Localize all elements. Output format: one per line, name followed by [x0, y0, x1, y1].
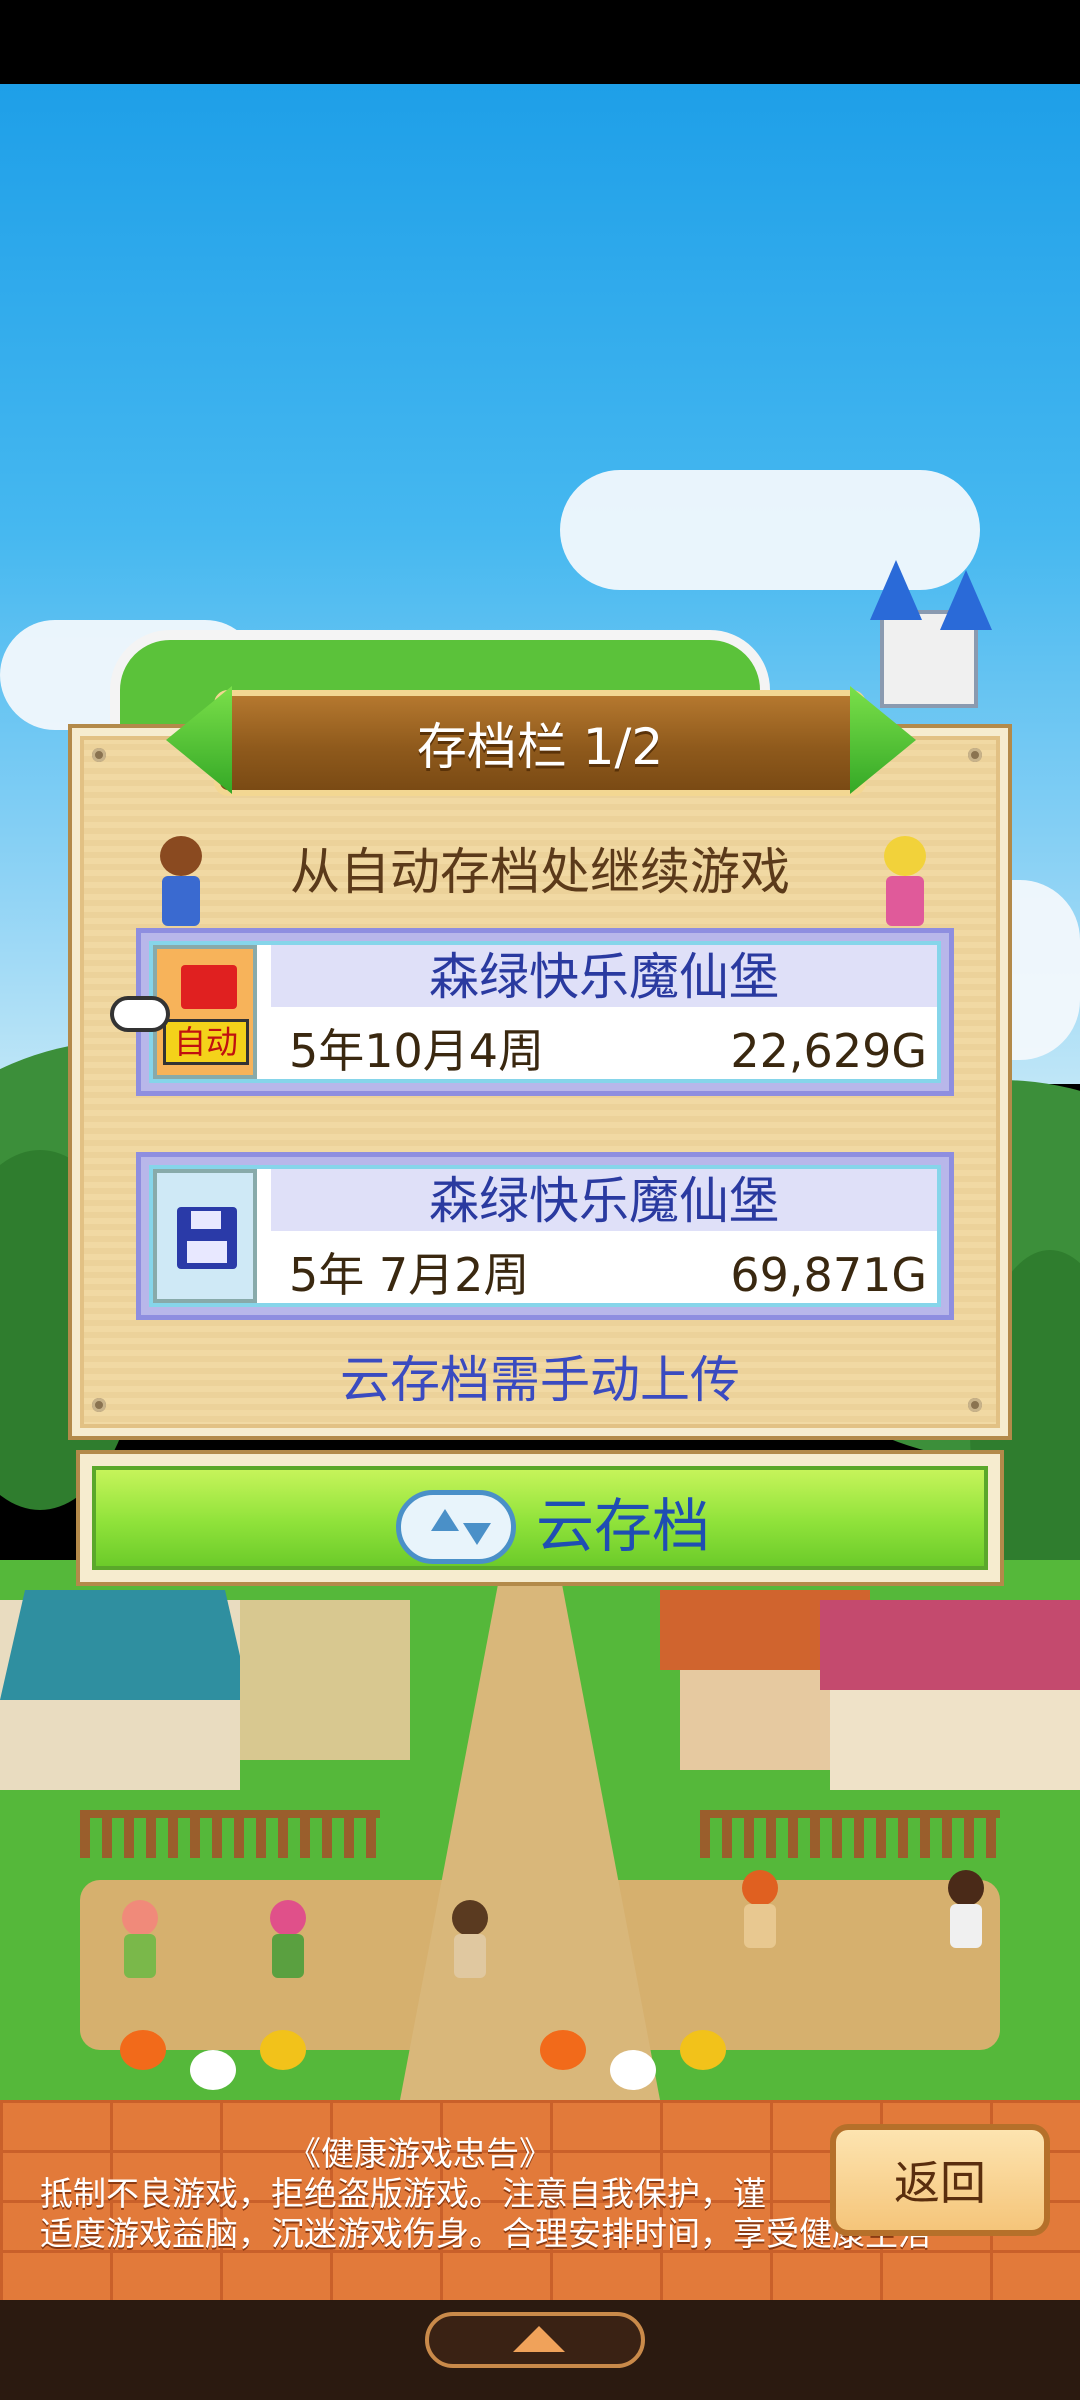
slot-date: 5年10月4周: [289, 1024, 545, 1078]
house-center-left: [240, 1600, 410, 1760]
panel-rivet: [92, 748, 106, 762]
auto-badge: 自动: [173, 1023, 238, 1061]
slot-gold: 22,629G: [730, 1024, 927, 1078]
slot-town-name: 森绿快乐魔仙堡: [429, 948, 779, 1006]
slot-town-name: 森绿快乐魔仙堡: [429, 1172, 779, 1230]
roof-left: [0, 1590, 250, 1700]
pointing-hand-icon: [110, 996, 170, 1032]
floppy-disk-icon: [153, 1169, 257, 1303]
villager-character: [940, 1870, 992, 1960]
cloud-save-button[interactable]: 云存档: [76, 1450, 1004, 1586]
prev-page-arrow-icon[interactable]: [166, 686, 232, 794]
flower: [120, 2030, 166, 2070]
slot-gold: 69,871G: [730, 1248, 927, 1302]
flower: [190, 2050, 236, 2090]
villager-character: [444, 1900, 496, 1990]
cloud-save-button-face: 云存档: [92, 1466, 988, 1570]
back-button[interactable]: 返回: [830, 2124, 1050, 2236]
flower: [260, 2030, 306, 2070]
up-arrow-icon: [513, 2326, 565, 2352]
cloud-sync-icon: [396, 1490, 516, 1564]
status-bar: [0, 0, 1080, 84]
villager-character: [262, 1900, 314, 1990]
slot-date: 5年 7月2周: [289, 1248, 530, 1302]
fence-right: [700, 1810, 1000, 1858]
villager-character: [734, 1870, 786, 1960]
villager-character: [114, 1900, 166, 1990]
save-slot-auto[interactable]: 自动 森绿快乐魔仙堡 5年10月4周 22,629G: [136, 928, 954, 1096]
fence-left: [80, 1810, 380, 1858]
flower: [540, 2030, 586, 2070]
next-page-arrow-icon[interactable]: [850, 686, 916, 794]
roof-shop: [820, 1600, 1080, 1690]
continue-from-autosave-label: 从自动存档处继续游戏: [290, 843, 790, 901]
cloud-save-label: 云存档: [536, 1492, 711, 1560]
flower: [680, 2030, 726, 2070]
cloud-upload-note: 云存档需手动上传: [340, 1351, 740, 1409]
notice-title: 《健康游戏忠告》: [288, 2134, 552, 2173]
save-slot-manual[interactable]: 森绿快乐魔仙堡 5年 7月2周 69,871G: [136, 1152, 954, 1320]
save-panel-title-banner: 存档栏 1/2: [214, 690, 866, 796]
panel-rivet: [968, 748, 982, 762]
save-panel-title: 存档栏 1/2: [416, 718, 664, 776]
menu-toggle-button[interactable]: [425, 2312, 645, 2368]
game-screen: 存档栏 1/2 从自动存档处继续游戏 自动 森绿快乐魔仙堡 5年10月4周 22…: [0, 0, 1080, 2400]
flower: [610, 2050, 656, 2090]
